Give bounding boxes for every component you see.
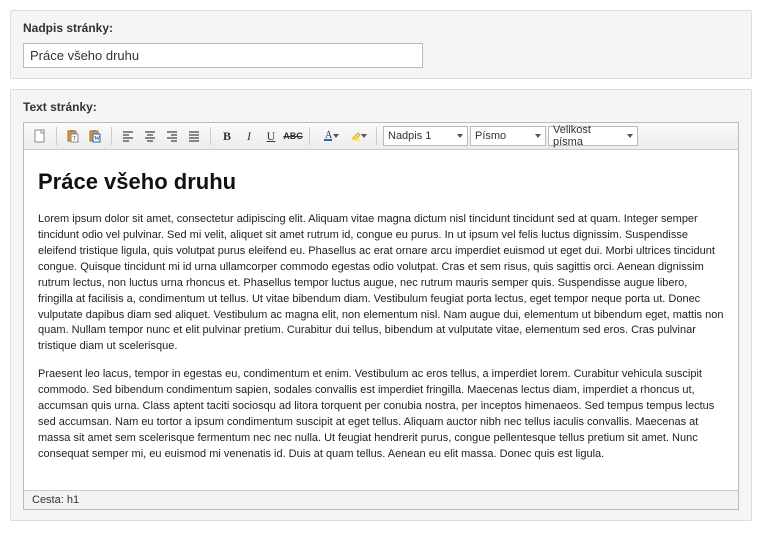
underline-icon[interactable]: U bbox=[261, 126, 281, 146]
text-panel: Text stránky: T W bbox=[10, 89, 752, 521]
highlight-color-icon[interactable] bbox=[344, 126, 370, 146]
font-select-value: Písmo bbox=[475, 130, 506, 142]
path-label: Cesta: bbox=[32, 494, 64, 506]
align-center-icon[interactable] bbox=[140, 126, 160, 146]
paste-word-icon[interactable]: W bbox=[85, 126, 105, 146]
svg-text:W: W bbox=[94, 136, 100, 142]
title-input[interactable] bbox=[23, 43, 423, 68]
editor-content-area[interactable]: Práce všeho druhu Lorem ipsum dolor sit … bbox=[24, 150, 738, 490]
title-panel: Nadpis stránky: bbox=[10, 10, 752, 79]
editor-toolbar: T W B I U ABC bbox=[24, 123, 738, 150]
toolbar-separator bbox=[56, 127, 57, 145]
text-label: Text stránky: bbox=[23, 100, 739, 114]
title-label: Nadpis stránky: bbox=[23, 21, 739, 35]
italic-icon[interactable]: I bbox=[239, 126, 259, 146]
text-color-icon[interactable]: A bbox=[316, 126, 342, 146]
format-select-value: Nadpis 1 bbox=[388, 130, 431, 142]
toolbar-separator bbox=[210, 127, 211, 145]
font-size-select[interactable]: Velikost písma bbox=[548, 126, 638, 146]
font-select[interactable]: Písmo bbox=[470, 126, 546, 146]
font-size-select-value: Velikost písma bbox=[553, 124, 619, 148]
bold-icon[interactable]: B bbox=[217, 126, 237, 146]
format-select[interactable]: Nadpis 1 bbox=[383, 126, 468, 146]
content-heading: Práce všeho druhu bbox=[38, 166, 724, 198]
align-justify-icon[interactable] bbox=[184, 126, 204, 146]
path-value[interactable]: h1 bbox=[67, 494, 79, 506]
rich-text-editor: T W B I U ABC bbox=[23, 122, 739, 510]
toolbar-separator bbox=[111, 127, 112, 145]
content-paragraph: Lorem ipsum dolor sit amet, consectetur … bbox=[38, 212, 724, 355]
strikethrough-icon[interactable]: ABC bbox=[283, 126, 303, 146]
align-left-icon[interactable] bbox=[118, 126, 138, 146]
svg-text:T: T bbox=[73, 136, 77, 142]
toolbar-separator bbox=[376, 127, 377, 145]
editor-path-bar: Cesta: h1 bbox=[24, 490, 738, 509]
align-right-icon[interactable] bbox=[162, 126, 182, 146]
content-paragraph: Praesent leo lacus, tempor in egestas eu… bbox=[38, 367, 724, 463]
new-document-icon[interactable] bbox=[30, 126, 50, 146]
toolbar-separator bbox=[309, 127, 310, 145]
paste-text-icon[interactable]: T bbox=[63, 126, 83, 146]
